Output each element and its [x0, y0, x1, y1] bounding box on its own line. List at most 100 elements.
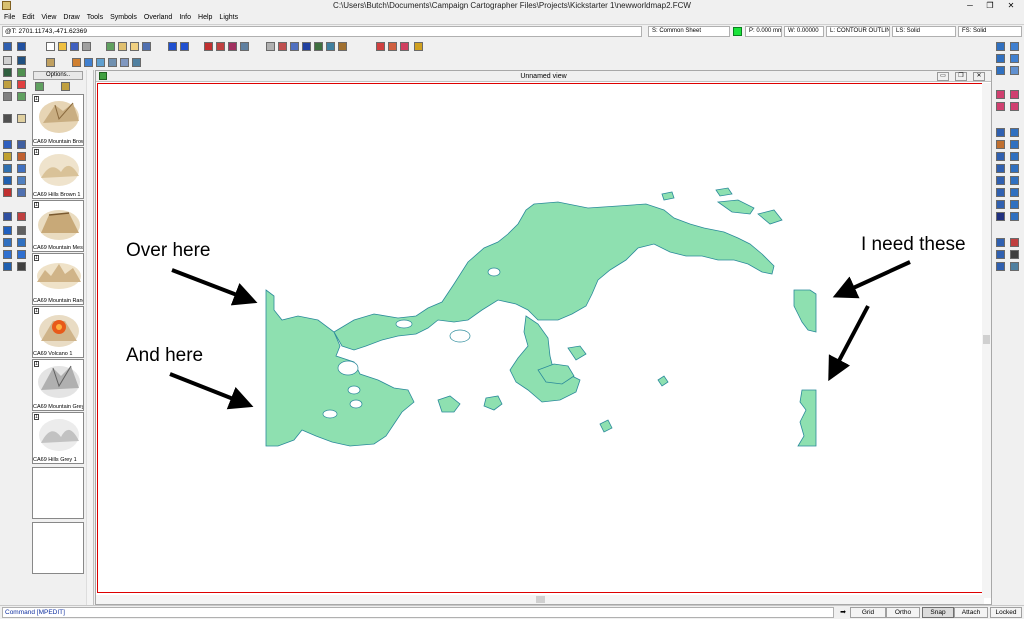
draw-tool-3-icon[interactable]	[400, 42, 409, 51]
zoom-in-icon[interactable]	[1010, 42, 1019, 51]
draw-tool-icon[interactable]	[376, 42, 385, 51]
line-icon[interactable]	[996, 128, 1005, 137]
tool-icon[interactable]	[3, 92, 12, 101]
zoom-icon[interactable]	[996, 42, 1005, 51]
text-icon[interactable]	[996, 212, 1005, 221]
tool-icon[interactable]	[3, 238, 12, 247]
symbol-tile-mountain-grey[interactable]: 1 CA69 Mountain Grey	[32, 359, 84, 411]
pan-icon[interactable]	[1010, 66, 1019, 75]
attach-button[interactable]: Attach	[954, 607, 988, 618]
symbol-tile-empty[interactable]	[32, 522, 84, 574]
tool-icon[interactable]	[17, 176, 26, 185]
forest-icon[interactable]	[132, 58, 141, 67]
menu-help[interactable]: Help	[194, 12, 215, 23]
tool-icon[interactable]	[17, 250, 26, 259]
redo-arrow-icon[interactable]	[180, 42, 189, 51]
redraw-icon[interactable]	[996, 66, 1005, 75]
branch-icon[interactable]	[996, 200, 1005, 209]
tool-icon[interactable]	[3, 250, 12, 259]
node-icon[interactable]	[1010, 188, 1019, 197]
tool-icon[interactable]	[17, 226, 26, 235]
render-icon[interactable]	[326, 42, 335, 51]
export-icon[interactable]	[338, 42, 347, 51]
symbol-tile-hills-brown[interactable]: 1 CA69 Hills Brown 1	[32, 147, 84, 199]
tool-icon[interactable]	[17, 80, 26, 89]
line-style-field[interactable]: LS: Solid	[892, 26, 956, 37]
tool-icon[interactable]	[17, 212, 26, 221]
coast-icon[interactable]	[96, 58, 105, 67]
flag-icon[interactable]	[72, 58, 81, 67]
tool-icon[interactable]	[3, 226, 12, 235]
close-button[interactable]: ✕	[1000, 0, 1022, 11]
symbol-tool-4-icon[interactable]	[240, 42, 249, 51]
symbol-tile-mountain-brown[interactable]: 1 CA69 Mountain Brown	[32, 94, 84, 146]
copy-icon[interactable]	[106, 42, 115, 51]
symbol-tool-2-icon[interactable]	[216, 42, 225, 51]
layer-field[interactable]: L: CONTOUR OUTLINE	[826, 26, 890, 37]
sheet-field[interactable]: S: Common Sheet	[648, 26, 730, 37]
tool-icon[interactable]	[3, 262, 12, 271]
map-canvas[interactable]: Over here And here I need these	[97, 83, 983, 593]
menu-overland[interactable]: Overland	[140, 12, 175, 23]
tool-icon[interactable]	[17, 188, 26, 197]
tool-icon[interactable]	[17, 92, 26, 101]
tool-icon[interactable]	[3, 68, 12, 77]
clipboard-icon[interactable]	[142, 42, 151, 51]
tool-icon[interactable]	[3, 114, 12, 123]
snap-button[interactable]: Snap	[922, 607, 954, 618]
effects-icon[interactable]	[278, 42, 287, 51]
overland-tool-icon[interactable]	[46, 58, 55, 67]
draw-tool-4-icon[interactable]	[414, 42, 423, 51]
angle-icon[interactable]	[996, 262, 1005, 271]
vertical-scroll-thumb[interactable]	[983, 335, 990, 344]
tool-icon[interactable]	[17, 114, 26, 123]
map-vertical-scrollbar[interactable]	[982, 83, 991, 598]
multipoly-icon[interactable]	[1010, 200, 1019, 209]
tool-icon[interactable]	[17, 152, 26, 161]
curve-icon[interactable]	[996, 164, 1005, 173]
menu-file[interactable]: File	[0, 12, 18, 23]
arc-icon[interactable]	[996, 152, 1005, 161]
draw-tool-2-icon[interactable]	[388, 42, 397, 51]
folder-icon[interactable]	[130, 42, 139, 51]
options-button[interactable]: Options..	[33, 71, 83, 80]
ortho-button[interactable]: Ortho	[886, 607, 920, 618]
open-file-icon[interactable]	[58, 42, 67, 51]
minimize-button[interactable]: ─	[962, 0, 978, 11]
map-icon[interactable]	[314, 42, 323, 51]
map-horizontal-scrollbar[interactable]	[96, 595, 984, 604]
menu-edit[interactable]: Edit	[18, 12, 37, 23]
view-minimize-button[interactable]: ▭	[937, 72, 949, 81]
zoom-window-icon[interactable]	[996, 54, 1005, 63]
save-icon[interactable]	[70, 42, 79, 51]
menu-symbols[interactable]: Symbols	[106, 12, 140, 23]
trace-icon[interactable]	[996, 250, 1005, 259]
pen-field[interactable]: P: 0.000 mm	[745, 26, 782, 37]
rectangle-icon[interactable]	[1010, 128, 1019, 137]
eraser-icon[interactable]	[3, 188, 12, 197]
width-field[interactable]: W: 0.00000	[784, 26, 824, 37]
tool-icon[interactable]	[17, 42, 26, 51]
symbol-tile-mountain-mesa[interactable]: 1 CA69 Mountain Mesa	[32, 200, 84, 252]
tool-icon[interactable]	[3, 56, 12, 65]
move-tool-icon[interactable]	[1010, 90, 1019, 99]
path-icon[interactable]	[996, 188, 1005, 197]
fill-style-field[interactable]: FS: Solid	[958, 26, 1022, 37]
road-icon[interactable]	[108, 58, 117, 67]
zoom-out-icon[interactable]	[1010, 54, 1019, 63]
pencil-icon[interactable]	[3, 152, 12, 161]
menu-lights[interactable]: Lights	[215, 12, 241, 23]
catalog-open-icon[interactable]	[61, 82, 70, 91]
symbol-tool-3-icon[interactable]	[228, 42, 237, 51]
paste-icon[interactable]	[118, 42, 127, 51]
color-swatch[interactable]	[733, 27, 742, 36]
undo-arrow-icon[interactable]	[168, 42, 177, 51]
tool-icon[interactable]	[17, 238, 26, 247]
pencil-draw-icon[interactable]	[996, 140, 1005, 149]
measure-icon[interactable]	[996, 238, 1005, 247]
catalog-scrollbar[interactable]	[86, 70, 93, 605]
command-arrow-icon[interactable]: ➡	[838, 608, 848, 617]
sheets-icon[interactable]	[290, 42, 299, 51]
ellipse-icon[interactable]	[1010, 164, 1019, 173]
grid-icon[interactable]	[3, 80, 12, 89]
